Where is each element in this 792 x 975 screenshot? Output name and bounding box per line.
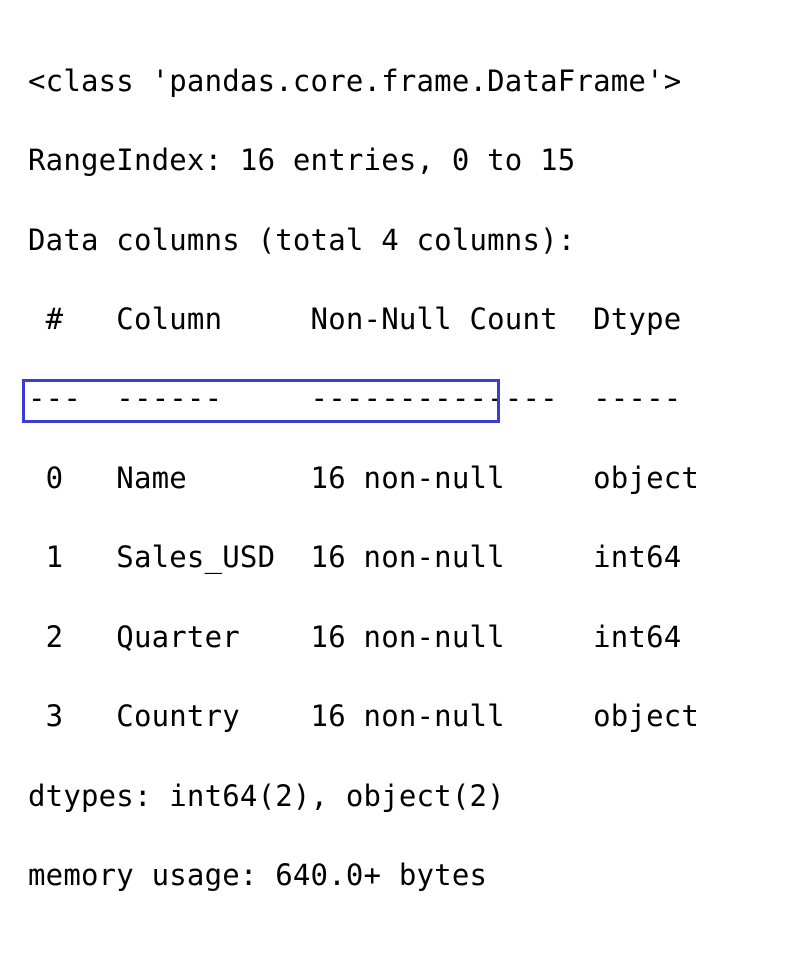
memory-line: memory usage: 640.0+ bytes [28,856,774,896]
table-divider: --- ------ -------------- ----- [28,379,774,419]
table-row: 2 Quarter 16 non-null int64 [28,618,774,658]
rangeindex-line: RangeIndex: 16 entries, 0 to 15 [28,141,774,181]
class-line: <class 'pandas.core.frame.DataFrame'> [28,62,774,102]
table-row: 3 Country 16 non-null object [28,697,774,737]
columns-header-line: Data columns (total 4 columns): [28,221,774,261]
dtypes-line: dtypes: int64(2), object(2) [28,777,774,817]
table-header: # Column Non-Null Count Dtype [28,300,774,340]
dataframe-info-output: <class 'pandas.core.frame.DataFrame'> Ra… [0,0,792,975]
table-row: 1 Sales_USD 16 non-null int64 [28,538,774,578]
table-row: 0 Name 16 non-null object [28,459,774,499]
